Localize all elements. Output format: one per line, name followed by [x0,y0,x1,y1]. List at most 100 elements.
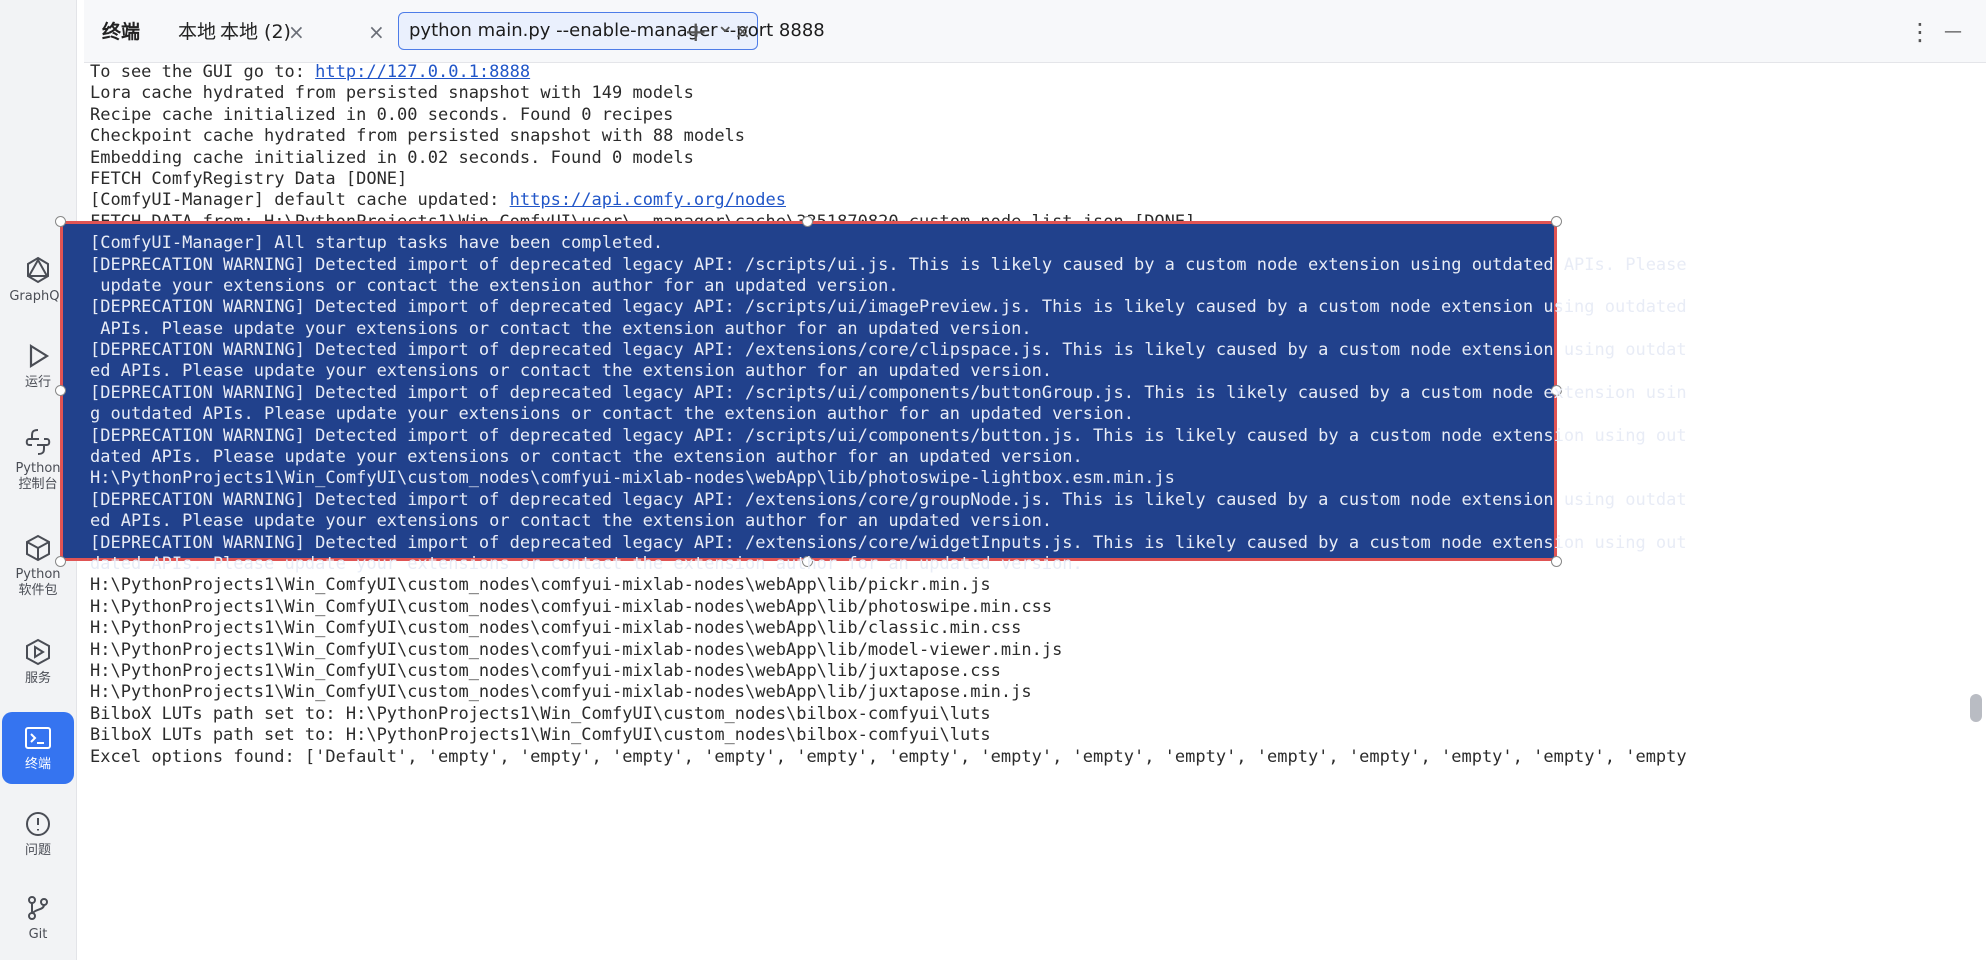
terminal-line: g outdated APIs. Please update your exte… [90,404,1970,425]
terminal-line: [DEPRECATION WARNING] Detected import of… [90,297,1970,318]
terminal-line-text: [DEPRECATION WARNING] Detected import of… [90,425,1687,446]
terminal-line: H:\PythonProjects1\Win_ComfyUI\custom_no… [90,597,1970,618]
terminal-line: H:\PythonProjects1\Win_ComfyUI\custom_no… [90,661,1970,682]
selection-handle[interactable] [802,216,813,227]
terminal-line-text: H:\PythonProjects1\Win_ComfyUI\custom_no… [90,639,1063,660]
terminal-line: Excel options found: ['Default', 'empty'… [90,747,1970,768]
sidebar-item-label: 运行 [24,375,51,390]
chevron-down-icon[interactable]: ⌄ [716,8,734,44]
sidebar-item-terminal[interactable]: 终端 [2,712,74,784]
sidebar-item-label: 服务 [24,671,51,686]
terminal-line-text: Lora cache hydrated from persisted snaps… [90,83,694,104]
terminal-line-text: H:\PythonProjects1\Win_ComfyUI\custom_no… [90,575,991,596]
terminal-line: update your extensions or contact the ex… [90,276,1970,297]
python-packages-icon [26,534,50,562]
terminal-line: [DEPRECATION WARNING] Detected import of… [90,426,1970,447]
terminal-line: ed APIs. Please update your extensions o… [90,511,1970,532]
terminal-line-text: [DEPRECATION WARNING] Detected import of… [90,340,1687,361]
selection-handle[interactable] [55,385,66,396]
selection-handle[interactable] [55,216,66,227]
new-tab-icon[interactable]: + [684,14,707,50]
terminal-line-text: H:\PythonProjects1\Win_ComfyUI\custom_no… [90,596,1053,617]
terminal-line: H:\PythonProjects1\Win_ComfyUI\custom_no… [90,618,1970,639]
terminal-line: [DEPRECATION WARNING] Detected import of… [90,255,1970,276]
more-options-icon[interactable]: ⋮ [1908,14,1932,50]
sidebar-item-services[interactable]: 服务 [2,626,74,698]
terminal-lines: To see the GUI go to: http://127.0.0.1:8… [90,62,1970,768]
sidebar-item-problems[interactable]: 问题 [2,798,74,870]
sidebar-item-label: 问题 [24,843,51,858]
terminal-line-text: [DEPRECATION WARNING] Detected import of… [90,297,1687,318]
terminal-line-text: [ComfyUI-Manager] default cache updated: [90,190,510,211]
terminal-icon [25,727,51,749]
sidebar-item-label: Python 软件包 [15,567,61,598]
terminal-link[interactable]: https://api.comfy.org/nodes [510,190,786,210]
terminal-line-text: Checkpoint cache hydrated from persisted… [90,126,746,147]
terminal-line: APIs. Please update your extensions or c… [90,319,1970,340]
terminal-line: Recipe cache initialized in 0.00 seconds… [90,105,1970,126]
terminal-line: dated APIs. Please update your extension… [90,447,1970,468]
terminal-link[interactable]: http://127.0.0.1:8888 [315,62,530,82]
minimize-icon[interactable]: — [1944,14,1962,50]
terminal-line: To see the GUI go to: http://127.0.0.1:8… [90,62,1970,83]
terminal-line: ed APIs. Please update your extensions o… [90,361,1970,382]
terminal-line-text: g outdated APIs. Please update your exte… [90,404,1134,425]
tab-local[interactable]: 本地 [178,14,216,50]
selection-handle[interactable] [1551,216,1562,227]
terminal-line-text: ed APIs. Please update your extensions o… [90,511,1053,532]
terminal-line: FETCH ComfyRegistry Data [DONE] [90,169,1970,190]
terminal-line-text: [DEPRECATION WARNING] Detected import of… [90,254,1687,275]
services-icon [26,638,50,666]
terminal-line: BilboX LUTs path set to: H:\PythonProjec… [90,704,1970,725]
terminal-line-text: H:\PythonProjects1\Win_ComfyUI\custom_no… [90,682,1032,703]
terminal-line-text: update your extensions or contact the ex… [90,275,899,296]
terminal-line-text: Embedding cache initialized in 0.02 seco… [90,147,694,168]
terminal-line-text: dated APIs. Please update your extension… [90,553,1083,574]
terminal-line: H:\PythonProjects1\Win_ComfyUI\custom_no… [90,575,1970,596]
terminal-line: [ComfyUI-Manager] All startup tasks have… [90,233,1970,254]
terminal-line-text: H:\PythonProjects1\Win_ComfyUI\custom_no… [90,618,1022,639]
terminal-line: [DEPRECATION WARNING] Detected import of… [90,490,1970,511]
terminal-tab-bar: 终端 本地 × 本地 (2) × python main.py --enable… [84,0,1986,63]
terminal-line: [ComfyUI-Manager] default cache updated:… [90,190,1970,211]
terminal-line-text: H:\PythonProjects1\Win_ComfyUI\custom_no… [90,660,1001,681]
terminal-output[interactable]: To see the GUI go to: http://127.0.0.1:8… [84,62,1970,960]
terminal-line: H:\PythonProjects1\Win_ComfyUI\custom_no… [90,468,1970,489]
sidebar-item-label: Python 控制台 [15,461,61,492]
tab-python-main-close-icon[interactable]: × [734,13,751,49]
graphql-icon [27,256,49,284]
sidebar-item-label: Git [28,927,48,942]
tab-local-2-close-icon[interactable]: × [368,14,385,50]
sidebar-item-git[interactable]: Git [2,882,74,954]
tab-python-main-label: python main.py --enable-manager --port 8… [409,20,825,41]
terminal-line-text: ed APIs. Please update your extensions o… [90,361,1053,382]
terminal-line: Lora cache hydrated from persisted snaps… [90,83,1970,104]
terminal-line-text: dated APIs. Please update your extension… [90,447,1083,468]
sidebar-item-label: 终端 [24,757,51,772]
selection-handle[interactable] [55,556,66,567]
terminal-line-text: BilboX LUTs path set to: H:\PythonProjec… [90,725,991,746]
terminal-line-text: FETCH ComfyRegistry Data [DONE] [90,168,408,189]
terminal-line-text: Excel options found: ['Default', 'empty'… [90,746,1687,767]
terminal-line: Checkpoint cache hydrated from persisted… [90,126,1970,147]
terminal-line-text: BilboX LUTs path set to: H:\PythonProjec… [90,703,991,724]
terminal-line: [DEPRECATION WARNING] Detected import of… [90,340,1970,361]
terminal-line: [DEPRECATION WARNING] Detected import of… [90,533,1970,554]
tool-window-title: 终端 [102,21,141,43]
git-icon [28,896,48,920]
terminal-line-text: H:\PythonProjects1\Win_ComfyUI\custom_no… [90,468,1175,489]
terminal-line: [DEPRECATION WARNING] Detected import of… [90,383,1970,404]
terminal-line-text: Recipe cache initialized in 0.00 seconds… [90,104,674,125]
terminal-line: dated APIs. Please update your extension… [90,554,1970,575]
terminal-line: H:\PythonProjects1\Win_ComfyUI\custom_no… [90,682,1970,703]
terminal-line-text: To see the GUI go to: [90,62,316,82]
tab-local-2-label[interactable]: 本地 (2) [220,14,291,50]
terminal-line-text: [DEPRECATION WARNING] Detected import of… [90,382,1687,403]
terminal-scrollbar[interactable] [1970,694,1982,722]
python-console-icon [25,429,51,455]
terminal-line-text: [DEPRECATION WARNING] Detected import of… [90,489,1687,510]
terminal-line-text: APIs. Please update your extensions or c… [90,318,1032,339]
sidebar-item-label: GraphQL [9,289,67,304]
terminal-line: BilboX LUTs path set to: H:\PythonProjec… [90,725,1970,746]
run-icon [29,344,50,368]
